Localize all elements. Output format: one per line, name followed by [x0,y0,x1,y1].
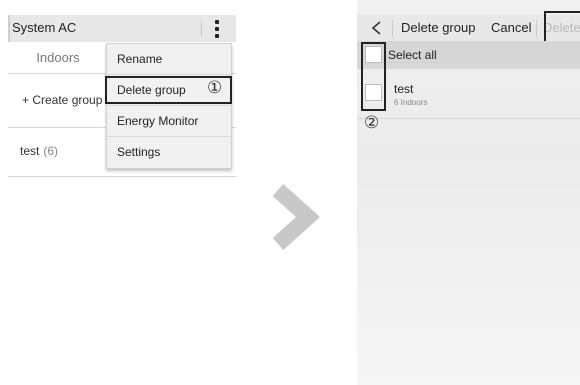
header-separator [536,20,537,37]
cancel-button[interactable]: Cancel [491,20,531,35]
back-icon[interactable] [369,20,383,36]
group-count: (6) [43,144,59,158]
kebab-menu-icon[interactable] [210,19,224,39]
step-marker-2: ② [364,113,380,133]
chevron-right-icon [272,184,320,250]
header-separator [201,20,202,37]
checkbox-highlight-box [361,42,386,111]
step-marker-1: ① [207,78,223,98]
left-header-bar: System AC [8,15,236,42]
group-list-item[interactable]: test (6) [20,144,58,158]
select-all-row[interactable]: Select all [357,41,580,69]
group-indoor-count: 6 Indoors [394,98,428,107]
create-group-button[interactable]: + Create group [22,93,102,107]
overflow-menu: Rename Delete group Energy Monitor Setti… [106,43,232,169]
divider [8,176,236,177]
header-separator [392,20,393,37]
tab-indoors[interactable]: Indoors [8,42,108,72]
menu-item-rename[interactable]: Rename [107,44,231,75]
divider [357,118,580,119]
group-name: test [394,82,414,96]
header-edge [8,15,10,42]
right-page-title: Delete group [401,20,476,35]
menu-item-settings[interactable]: Settings [107,137,231,168]
left-page-title: System AC [12,20,77,35]
delete-button-highlight-box [544,11,580,43]
group-list-item[interactable]: test 6 Indoors [357,71,580,117]
select-all-label: Select all [388,48,437,62]
menu-item-energy-monitor[interactable]: Energy Monitor [107,106,231,137]
group-name: test [20,144,40,158]
